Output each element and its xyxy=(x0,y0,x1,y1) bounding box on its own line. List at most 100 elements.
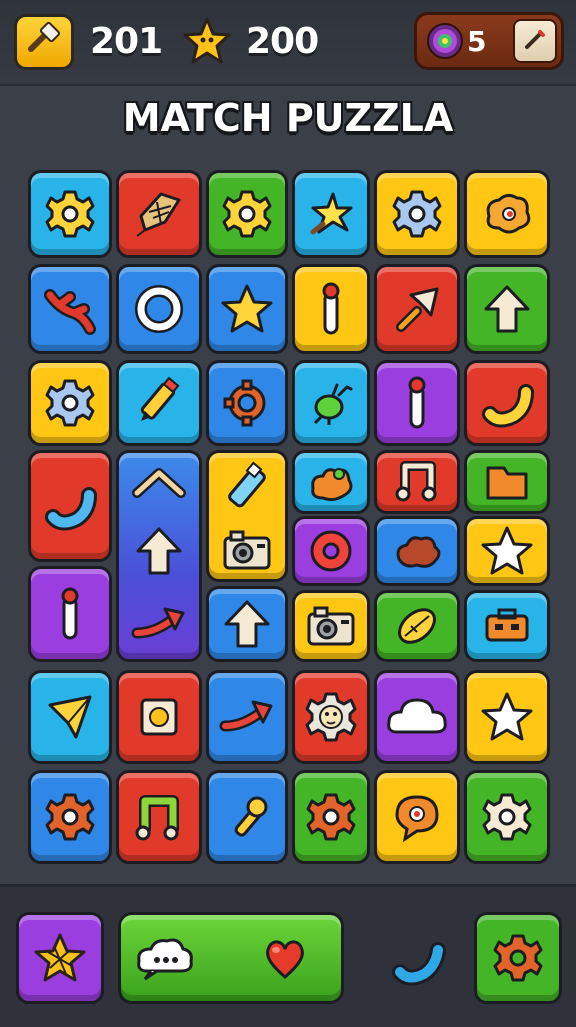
arrow-right-icon xyxy=(129,599,189,649)
gear-icon xyxy=(43,790,97,844)
puzzle-tile[interactable] xyxy=(464,360,550,446)
puzzle-tile[interactable] xyxy=(374,450,460,514)
cloud-blob-icon xyxy=(389,527,445,575)
puzzle-tile[interactable] xyxy=(116,770,202,864)
puzzle-tile[interactable] xyxy=(464,450,550,514)
star-icon xyxy=(182,16,232,70)
gear-icon xyxy=(304,790,358,844)
edit-button[interactable] xyxy=(513,19,557,63)
bug-icon xyxy=(303,375,359,431)
paper-plane-icon xyxy=(42,689,98,745)
gear-face-icon xyxy=(303,689,359,745)
star-icon xyxy=(219,281,275,337)
puzzle-tile[interactable] xyxy=(374,670,460,764)
puzzle-tile[interactable] xyxy=(28,360,112,446)
puzzle-tile[interactable] xyxy=(374,170,460,258)
puzzle-tile[interactable] xyxy=(206,770,288,864)
puzzle-tile[interactable] xyxy=(292,264,370,354)
puzzle-tile[interactable] xyxy=(292,170,370,258)
ring-icon xyxy=(131,281,187,337)
lives-panel: 5 xyxy=(414,12,564,70)
powerup-combo-button[interactable] xyxy=(118,912,344,1004)
puzzle-tile[interactable] xyxy=(464,264,550,354)
gear-icon xyxy=(43,187,97,241)
phone-icon xyxy=(41,477,99,535)
puzzle-tile[interactable] xyxy=(28,170,112,258)
powerup-gear-button[interactable] xyxy=(474,912,562,1004)
puzzle-tile[interactable] xyxy=(28,670,112,764)
music-note-icon xyxy=(389,454,445,510)
puzzle-tile[interactable] xyxy=(464,670,550,764)
music-note-icon xyxy=(129,787,189,847)
pin-icon xyxy=(397,373,437,433)
puzzle-tile[interactable] xyxy=(292,670,370,764)
pencil-icon xyxy=(522,26,548,56)
hammer-icon xyxy=(25,21,63,63)
puzzle-tile[interactable] xyxy=(116,170,202,258)
arrow-up-icon xyxy=(482,281,532,337)
puzzle-tile[interactable] xyxy=(28,264,112,354)
powerup-star-button[interactable] xyxy=(16,912,104,1004)
donut-icon xyxy=(303,523,359,579)
phone-icon[interactable] xyxy=(388,930,448,994)
gear-ring-icon xyxy=(222,378,272,428)
arrow-up-icon xyxy=(134,523,184,579)
branch-icon xyxy=(40,279,100,339)
usb-stick-icon xyxy=(219,459,275,515)
folder-icon xyxy=(482,460,532,504)
heart-icon xyxy=(261,933,309,987)
blob-eye-icon xyxy=(479,186,535,242)
puzzle-tile[interactable] xyxy=(28,566,112,662)
gear-icon xyxy=(491,931,545,985)
kite-icon xyxy=(131,186,187,242)
pencil-icon xyxy=(131,375,187,431)
camera-icon xyxy=(303,602,359,650)
star-counter: 200 xyxy=(246,21,319,62)
camera-icon xyxy=(219,526,275,574)
star-icon xyxy=(479,523,535,579)
square-icon xyxy=(134,692,184,742)
game-title: MATCH PUZZLA xyxy=(122,96,454,140)
puzzle-tile[interactable] xyxy=(464,516,550,586)
pin-icon xyxy=(50,584,90,644)
puzzle-tile[interactable] xyxy=(464,770,550,864)
arrow-right-icon xyxy=(217,692,277,742)
pin-icon xyxy=(311,279,351,339)
lives-count: 5 xyxy=(467,25,487,58)
speech-bubble-icon xyxy=(389,789,445,845)
gear-icon xyxy=(220,187,274,241)
gear-icon xyxy=(480,790,534,844)
puzzle-tile[interactable] xyxy=(206,360,288,446)
puzzle-tile[interactable] xyxy=(28,450,112,562)
puzzle-tile[interactable] xyxy=(292,590,370,662)
puzzle-tile[interactable] xyxy=(292,770,370,864)
chevron-up-icon xyxy=(129,463,189,503)
puzzle-tile[interactable] xyxy=(116,450,202,662)
swirl-orb-icon xyxy=(425,21,465,65)
puzzle-tile[interactable] xyxy=(292,516,370,586)
puzzle-tile[interactable] xyxy=(292,360,370,446)
hammer-tool-button[interactable] xyxy=(14,14,74,70)
puzzle-tile[interactable] xyxy=(464,590,550,662)
puzzle-tile[interactable] xyxy=(116,264,202,354)
puzzle-tile[interactable] xyxy=(206,264,288,354)
puzzle-tile[interactable] xyxy=(374,516,460,586)
puzzle-tile[interactable] xyxy=(206,450,288,582)
puzzle-tile[interactable] xyxy=(116,670,202,764)
star-burst-icon xyxy=(303,186,359,242)
puzzle-tile[interactable] xyxy=(374,264,460,354)
puzzle-tile[interactable] xyxy=(292,450,370,514)
puzzle-tile[interactable] xyxy=(374,360,460,446)
puzzle-tile[interactable] xyxy=(28,770,112,864)
puzzle-tile[interactable] xyxy=(116,360,202,446)
star-icon xyxy=(479,689,535,745)
puzzle-tile[interactable] xyxy=(206,170,288,258)
chat-cloud-icon xyxy=(135,933,195,987)
microphone-icon xyxy=(219,789,275,845)
puzzle-tile[interactable] xyxy=(374,590,460,662)
leaf-icon xyxy=(389,598,445,654)
puzzle-tile[interactable] xyxy=(206,586,288,662)
puzzle-tile[interactable] xyxy=(206,670,288,764)
puzzle-tile[interactable] xyxy=(464,170,550,258)
puzzle-tile[interactable] xyxy=(374,770,460,864)
